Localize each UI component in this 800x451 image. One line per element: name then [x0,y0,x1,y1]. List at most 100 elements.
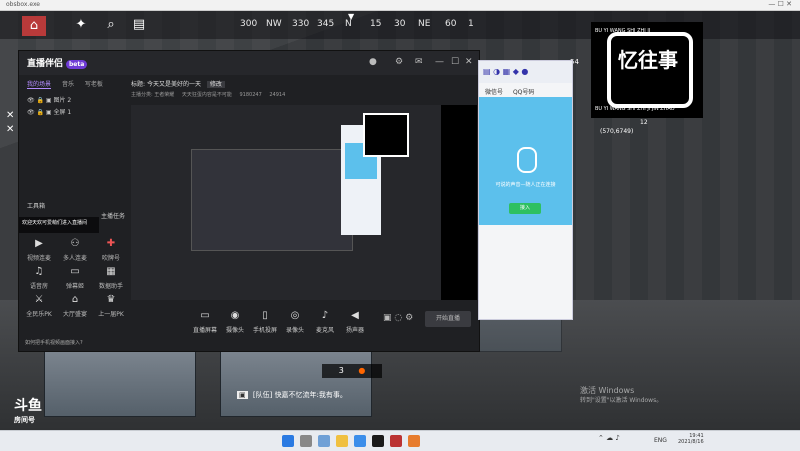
nested-right-strip [441,105,477,300]
streamer-app-window: 直播伴侣 beta ● ⚙ ✉ — ☐ ✕ 我的场景 音乐 写老板 👁 🔒 ▣ 图… [18,50,480,352]
task-view-icon[interactable] [318,435,330,447]
start-icon[interactable] [282,435,294,447]
hall-icon: ⌂ [71,294,79,305]
tool-pk[interactable]: ⚔ 全民乐PK [21,293,57,318]
qq-call-panel: 可说的声音—随人正在连接 接入 [479,97,572,225]
logo-main-text: 忆往事 [618,48,678,72]
minimize-icon[interactable]: — [435,57,444,67]
tool-stats[interactable]: ▦ 数据助手 [93,265,129,290]
tool-label: 大厅盛宴 [62,311,87,318]
start-stream-button[interactable]: 开始直播 [425,311,471,327]
game-crate [44,345,196,417]
taskbar: ⌃ ☁ ♪ ENG 19:41 2021/8/16 [0,430,800,451]
room-number-label: 房间号 [14,416,35,424]
tool-label: 手机投屏 [252,327,277,334]
footer-help-link[interactable]: 如何把手机视频画面接入? [25,339,83,346]
accept-call-button[interactable]: 接入 [509,203,541,214]
compass-tick: NE [418,19,431,29]
tab-music[interactable]: 音乐 [62,81,74,88]
scene-item[interactable]: 👁 🔒 ▣ 图片 2 [27,95,71,104]
tool-label: 弹幕姬 [65,283,84,290]
compass-tick: 345 [317,19,335,29]
app-icon[interactable] [408,435,420,447]
tool-voice-room[interactable]: ♫ 语音房 [21,265,57,290]
file-explorer-icon[interactable] [336,435,348,447]
book-icon[interactable]: ▤ [130,16,148,34]
score-value: 3 [338,366,344,375]
camera-button[interactable]: ◉ 摄像头 [219,309,251,334]
tool-label: 语音房 [29,283,48,290]
stream-preview[interactable] [131,105,477,300]
scene-item[interactable]: 👁 🔒 ▣ 全屏 1 [27,107,71,116]
screen-capture-button[interactable]: ▭ 直播屏幕 [189,309,221,334]
app-logo: 直播伴侣 beta [27,56,88,69]
window-controls[interactable]: — ☐ ✕ [768,0,792,8]
game-chat-line: ▣ [队伍] 快嘉不忆流年:我有事。 [237,390,347,400]
scene-label: 全屏 1 [53,109,72,116]
stream-title: 今天又是美好的一天 [146,81,201,88]
app-header: 直播伴侣 beta ● ⚙ ✉ — ☐ ✕ [19,51,479,75]
nested-window-preview [191,149,353,251]
tab-scenes[interactable]: 我的场景 [27,81,52,89]
tool-label: 视频连麦 [26,255,51,262]
stream-title-row: 标题: 今天又是美好的一天 修改 [131,79,225,88]
maximize-icon[interactable]: ☐ [451,57,459,67]
close-icon[interactable]: ✕ [6,110,14,121]
tool-history[interactable]: ♛ 上一届PK [93,293,129,318]
speaker-icon: ◀ [351,310,359,321]
qq-toolbar-icons[interactable]: ▤ ◑ ▦ ◆ ● [483,67,528,76]
tool-gift[interactable]: ✚ 吹牌号 [93,237,129,262]
edge-icon[interactable] [354,435,366,447]
settings-icon[interactable]: ⚙ [395,57,403,67]
gift-icon: ✚ [106,238,116,249]
gift-icon[interactable]: ✦ [72,16,90,34]
tool-label: 扬声器 [345,327,364,334]
tool-label: 全民乐PK [26,311,52,318]
avatar[interactable]: ● [369,57,377,67]
tool-danmaku[interactable]: ▭ 弹幕姬 [57,265,93,290]
windows-activation-watermark: 激活 Windows 转到"设置"以激活 Windows。 [580,386,662,406]
nested-logo-preview [363,113,409,157]
player-level: 12 [640,119,648,126]
tab-wechat[interactable]: 微信号 [485,89,503,96]
home-icon[interactable]: ⌂ [22,16,46,36]
compass-tick: 30 [394,19,406,29]
phone-cast-button[interactable]: ▯ 手机投屏 [249,309,281,334]
tool-multi-call[interactable]: ⚇ 多人连麦 [57,237,93,262]
camera-icon: ◉ [230,310,240,321]
voice-room-icon: ♫ [34,266,44,277]
tool-label: 录像头 [285,327,304,334]
app-icon[interactable] [372,435,384,447]
title-label: 标题: [131,81,146,88]
compass-tick: NW [266,19,282,29]
video-settings-icon[interactable]: ▣ ◌ ⚙ [383,313,413,323]
speaker-button[interactable]: ◀ 扬声器 [339,309,371,334]
tool-label: 数据助手 [98,283,123,290]
tab-qq[interactable]: QQ号码 [513,89,534,96]
close-icon[interactable]: ✕ [6,124,14,135]
tool-label: 多人连麦 [62,255,87,262]
clock[interactable]: 19:41 2021/8/16 [678,433,704,445]
compass-tick: 300 [240,19,258,29]
search-icon[interactable]: ⌕ [102,16,120,34]
microphone-button[interactable]: ♪ 麦克风 [309,309,341,334]
tray-icons[interactable]: ⌃ ☁ ♪ [598,434,620,442]
search-icon[interactable] [300,435,312,447]
history-icon: ♛ [106,294,116,305]
message-icon[interactable]: ✉ [415,57,423,67]
multi-call-icon: ⚇ [70,238,80,249]
app-name: 直播伴侣 [27,59,64,69]
viewer-count: 24914 [269,92,286,98]
input-lang[interactable]: ENG [654,437,667,444]
app-icon[interactable] [390,435,402,447]
tools-right-label[interactable]: 主播任务 [101,211,125,220]
tools-header: 工具箱 [27,203,46,210]
tool-hall[interactable]: ⌂ 大厅盛宴 [57,293,93,318]
edit-title-button[interactable]: 修改 [206,81,225,88]
close-icon[interactable]: ✕ [465,57,473,67]
channel-logo: BU YI WANG SHI ZHI JI 忆往事 BU YI WANG SHI… [591,22,703,118]
record-button[interactable]: ◎ 录像头 [279,309,311,334]
tool-video-call[interactable]: ▶ 视频连麦 [21,237,57,262]
video-call-icon: ▶ [35,238,43,249]
tab-boss[interactable]: 写老板 [85,81,103,88]
